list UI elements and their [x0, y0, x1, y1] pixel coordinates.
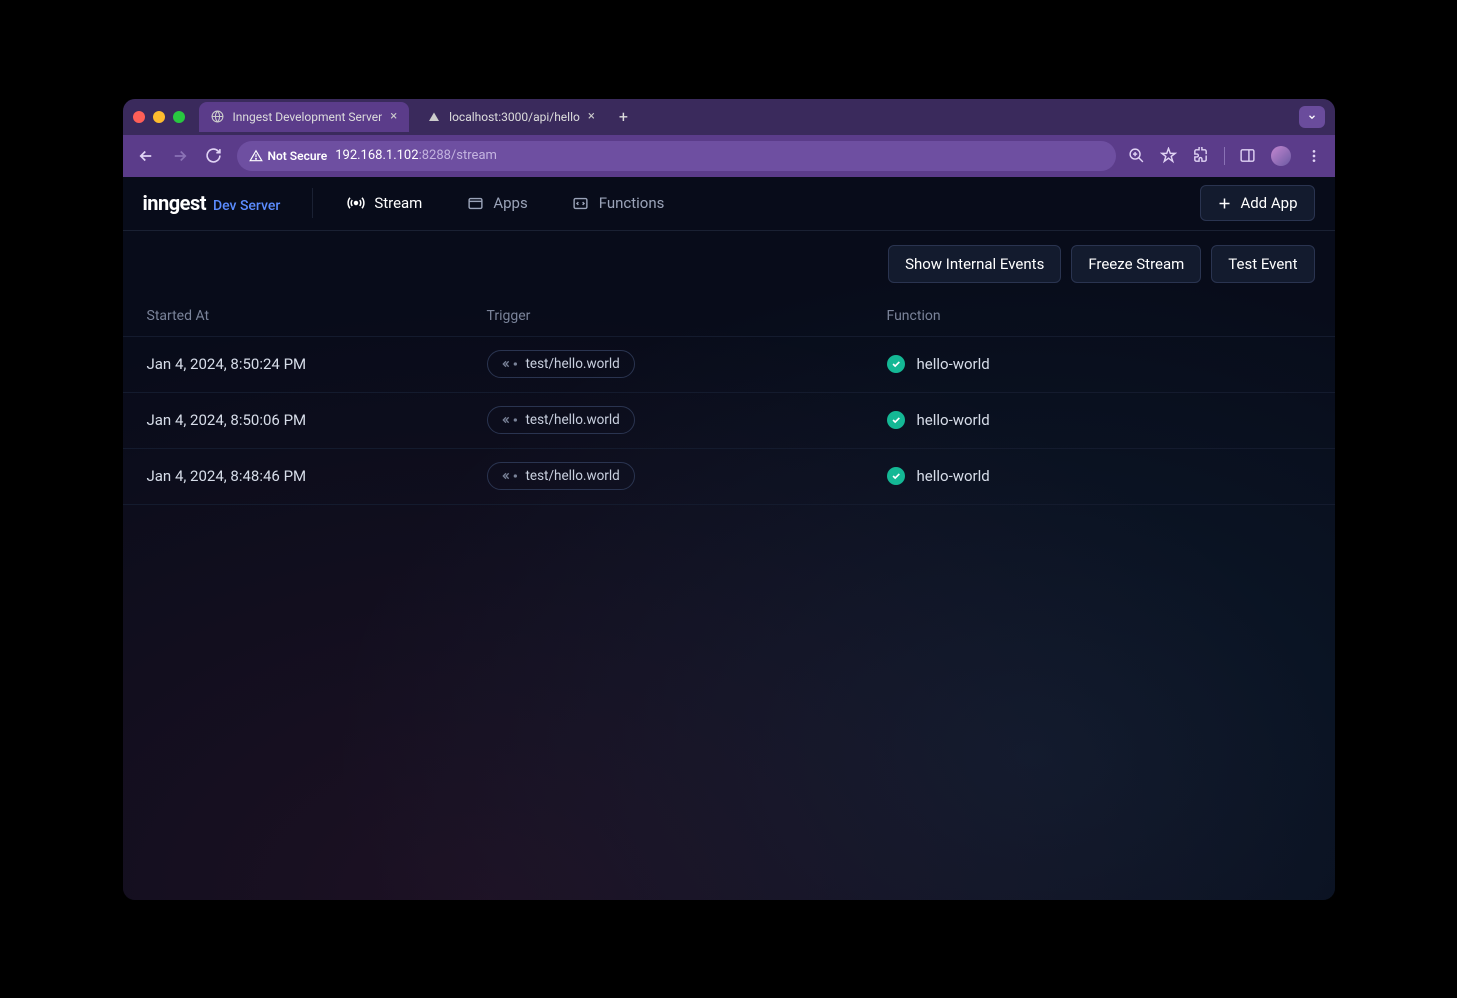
browser-toolbar: Not Secure 192.168.1.102:8288/stream — [123, 135, 1335, 177]
plus-icon — [1217, 196, 1232, 211]
header-divider — [312, 188, 313, 218]
toolbar-divider — [1224, 147, 1225, 165]
sidepanel-icon[interactable] — [1239, 147, 1257, 165]
cell-started-at: Jan 4, 2024, 8:48:46 PM — [147, 467, 487, 485]
security-chip[interactable]: Not Secure — [249, 149, 328, 163]
test-event-button[interactable]: Test Event — [1211, 245, 1314, 283]
cell-started-at: Jan 4, 2024, 8:50:06 PM — [147, 411, 487, 429]
tab-title: Inngest Development Server — [233, 110, 383, 124]
column-trigger: Trigger — [487, 308, 887, 324]
column-function: Function — [887, 308, 1311, 324]
not-secure-label: Not Secure — [268, 149, 328, 163]
profile-avatar[interactable] — [1271, 146, 1291, 166]
reload-button[interactable] — [203, 147, 225, 164]
nav-apps[interactable]: Apps — [452, 177, 541, 231]
cell-started-at: Jan 4, 2024, 8:50:24 PM — [147, 355, 487, 373]
add-app-label: Add App — [1240, 194, 1297, 212]
event-icon — [502, 359, 518, 369]
trigger-label: test/hello.world — [526, 468, 620, 484]
freeze-stream-button[interactable]: Freeze Stream — [1071, 245, 1201, 283]
event-icon — [502, 471, 518, 481]
trigger-pill[interactable]: test/hello.world — [487, 406, 635, 434]
status-success-icon — [887, 411, 905, 429]
tab-title: localhost:3000/api/hello — [449, 110, 580, 124]
maximize-window-button[interactable] — [173, 111, 185, 123]
app-header: inngest Dev Server Stream Apps — [123, 177, 1335, 231]
minimize-window-button[interactable] — [153, 111, 165, 123]
url-text: 192.168.1.102:8288/stream — [335, 148, 497, 163]
logo-main: inngest — [143, 191, 206, 215]
window-icon — [466, 194, 484, 212]
globe-icon — [211, 110, 225, 124]
bookmark-icon[interactable] — [1160, 147, 1178, 165]
code-icon — [572, 194, 590, 212]
table-row[interactable]: Jan 4, 2024, 8:50:06 PM test/hello.world… — [123, 393, 1335, 449]
logo[interactable]: inngest Dev Server — [143, 191, 281, 215]
table-header: Started At Trigger Function — [123, 297, 1335, 337]
add-app-button[interactable]: Add App — [1200, 185, 1314, 221]
browser-tab-active[interactable]: Inngest Development Server × — [199, 102, 410, 132]
browser-tab[interactable]: localhost:3000/api/hello × — [415, 102, 607, 132]
broadcast-icon — [347, 194, 365, 212]
column-started-at: Started At — [147, 308, 487, 324]
table-row[interactable]: Jan 4, 2024, 8:48:46 PM test/hello.world… — [123, 449, 1335, 505]
actions-row: Show Internal Events Freeze Stream Test … — [123, 231, 1335, 297]
close-tab-icon[interactable]: × — [390, 109, 397, 124]
nav-stream[interactable]: Stream — [333, 177, 436, 231]
function-name: hello-world — [917, 355, 990, 373]
window-controls — [133, 111, 185, 123]
trigger-pill[interactable]: test/hello.world — [487, 350, 635, 378]
close-tab-icon[interactable]: × — [588, 109, 595, 124]
extensions-icon[interactable] — [1192, 147, 1210, 165]
browser-window: Inngest Development Server × localhost:3… — [123, 99, 1335, 900]
triangle-icon — [427, 110, 441, 124]
function-name: hello-world — [917, 411, 990, 429]
logo-sub: Dev Server — [213, 198, 280, 214]
trigger-label: test/hello.world — [526, 356, 620, 372]
nav-label: Stream — [374, 194, 422, 212]
close-window-button[interactable] — [133, 111, 145, 123]
events-table: Started At Trigger Function Jan 4, 2024,… — [123, 297, 1335, 900]
table-row[interactable]: Jan 4, 2024, 8:50:24 PM test/hello.world… — [123, 337, 1335, 393]
event-icon — [502, 415, 518, 425]
nav-functions[interactable]: Functions — [558, 177, 679, 231]
status-success-icon — [887, 467, 905, 485]
function-name: hello-world — [917, 467, 990, 485]
app-viewport: inngest Dev Server Stream Apps — [123, 177, 1335, 900]
nav-label: Apps — [493, 194, 527, 212]
address-bar[interactable]: Not Secure 192.168.1.102:8288/stream — [237, 141, 1116, 171]
status-success-icon — [887, 355, 905, 373]
nav-label: Functions — [599, 194, 665, 212]
tab-overflow-button[interactable] — [1299, 106, 1325, 128]
trigger-label: test/hello.world — [526, 412, 620, 428]
back-button[interactable] — [135, 147, 157, 165]
show-internal-events-button[interactable]: Show Internal Events — [888, 245, 1061, 283]
menu-icon[interactable] — [1305, 147, 1323, 165]
warning-icon — [249, 149, 263, 163]
zoom-icon[interactable] — [1128, 147, 1146, 165]
new-tab-button[interactable]: + — [613, 107, 634, 126]
trigger-pill[interactable]: test/hello.world — [487, 462, 635, 490]
browser-tabbar: Inngest Development Server × localhost:3… — [123, 99, 1335, 135]
forward-button[interactable] — [169, 147, 191, 165]
